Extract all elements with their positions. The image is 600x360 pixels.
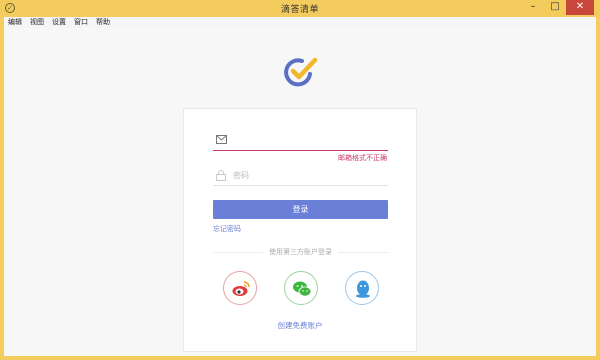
menu-bar: 编辑 视图 设置 窗口 帮助 (4, 17, 596, 28)
menu-edit[interactable]: 编辑 (4, 17, 26, 28)
title-bar[interactable]: ✓ 滴答清单 – □ ✕ (0, 0, 600, 17)
qq-login-button[interactable] (345, 271, 379, 305)
menu-view[interactable]: 视图 (26, 17, 48, 28)
login-button[interactable]: 登录 (213, 200, 388, 219)
email-error-text: 邮箱格式不正确 (338, 154, 387, 162)
wechat-icon (293, 281, 312, 297)
menu-settings[interactable]: 设置 (48, 17, 70, 28)
menu-help[interactable]: 帮助 (92, 17, 114, 28)
minimize-button[interactable]: – (522, 0, 544, 15)
create-account-link[interactable]: 创建免费账户 (184, 320, 416, 331)
maximize-button[interactable]: □ (544, 0, 566, 15)
wechat-login-button[interactable] (284, 271, 318, 305)
mail-icon (216, 135, 227, 144)
menu-window[interactable]: 窗口 (70, 17, 92, 28)
app-window: ✓ 滴答清单 – □ ✕ 编辑 视图 设置 窗口 帮助 邮箱格式不正确 登录 忘… (0, 0, 600, 360)
qq-icon (356, 280, 370, 298)
forgot-password-link[interactable]: 忘记密码 (213, 224, 241, 234)
login-card: 邮箱格式不正确 登录 忘记密码 使用第三方账户登录 创建免费账户 (183, 108, 417, 352)
password-input[interactable] (233, 168, 383, 182)
email-input[interactable] (233, 133, 383, 147)
window-controls: – □ ✕ (522, 0, 594, 15)
weibo-icon (232, 281, 250, 296)
third-party-divider: 使用第三方账户登录 (213, 247, 388, 257)
app-logo-icon (284, 57, 318, 87)
window-title: 滴答清单 (280, 5, 319, 15)
weibo-login-button[interactable] (223, 271, 257, 305)
main-content: 邮箱格式不正确 登录 忘记密码 使用第三方账户登录 创建免费账户 (4, 28, 596, 356)
divider-line-right (338, 252, 388, 253)
password-field-container (213, 167, 388, 186)
close-button[interactable]: ✕ (566, 0, 594, 15)
email-field-container (213, 132, 388, 151)
lock-icon (216, 170, 226, 181)
